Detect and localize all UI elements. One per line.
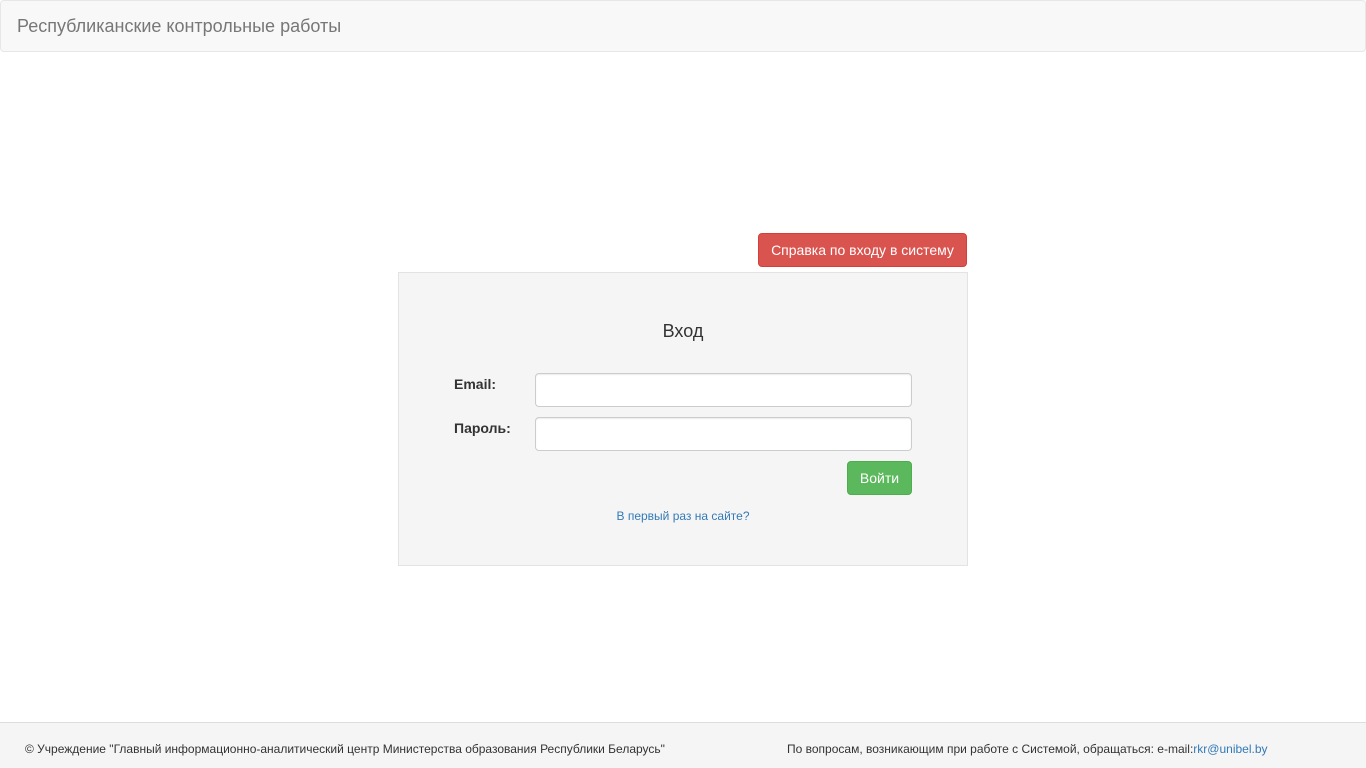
- login-help-button[interactable]: Справка по входу в систему: [758, 233, 967, 267]
- login-panel: Вход Email: Пароль: Войти В первый раз н…: [398, 272, 968, 566]
- login-title: Вход: [662, 321, 704, 341]
- password-input[interactable]: [535, 417, 912, 451]
- email-label: Email:: [454, 376, 497, 392]
- footer-copyright: © Учреждение "Главный информационно-анал…: [25, 742, 665, 756]
- first-time-link[interactable]: В первый раз на сайте?: [399, 508, 967, 524]
- site-brand-link[interactable]: Республиканские контрольные работы: [17, 16, 341, 36]
- footer-contact: По вопросам, возникающим при работе с Си…: [787, 742, 1268, 756]
- email-input[interactable]: [535, 373, 912, 407]
- footer-contact-text: По вопросам, возникающим при работе с Си…: [787, 742, 1194, 756]
- password-label: Пароль:: [454, 420, 511, 436]
- footer: © Учреждение "Главный информационно-анал…: [0, 722, 1366, 768]
- top-navbar: Республиканские контрольные работы: [0, 0, 1366, 52]
- login-submit-button[interactable]: Войти: [847, 461, 912, 495]
- footer-contact-email-link[interactable]: rkr@unibel.by: [1193, 742, 1267, 756]
